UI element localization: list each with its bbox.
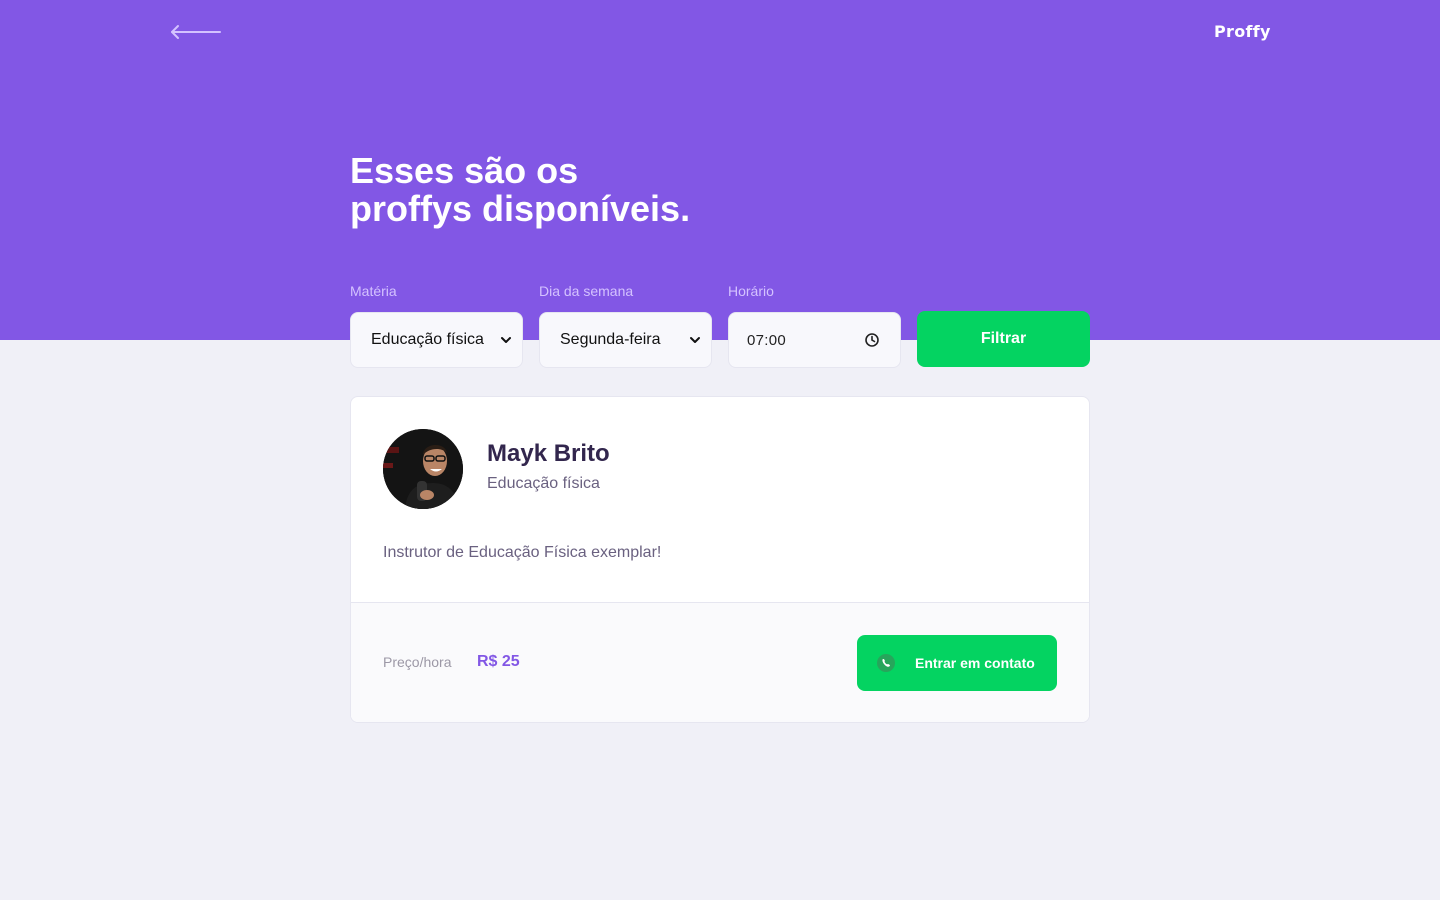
subject-select-value: Educação física: [371, 331, 484, 348]
subject-select[interactable]: Educação física: [350, 312, 523, 368]
teacher-subject: Educação física: [487, 475, 600, 492]
teacher-card: Mayk Brito Educação física Instrutor de …: [350, 396, 1090, 723]
teacher-card-footer: Preço/hora R$ 25 Entrar em contato: [351, 602, 1089, 722]
weekday-select-value: Segunda-feira: [560, 331, 661, 348]
page-header: Proffy Esses são os proffys disponíveis.: [0, 0, 1440, 340]
weekday-label: Dia da semana: [539, 283, 634, 299]
whatsapp-icon: [877, 654, 895, 672]
page-title-line-2: proffys disponíveis.: [350, 188, 691, 229]
avatar-image: [383, 429, 463, 509]
teacher-name: Mayk Brito: [487, 440, 610, 467]
page-title: Esses são os proffys disponíveis.: [350, 152, 770, 228]
time-label: Horário: [728, 283, 774, 299]
chevron-down-icon: [501, 337, 511, 343]
chevron-down-icon: [690, 337, 700, 343]
price-value: R$ 25: [477, 653, 520, 670]
subject-label: Matéria: [350, 283, 397, 299]
logo: Proffy: [1214, 22, 1271, 41]
clock-icon[interactable]: [864, 332, 880, 348]
teacher-bio: Instrutor de Educação Física exemplar!: [383, 544, 662, 561]
filter-button[interactable]: Filtrar: [917, 311, 1090, 367]
weekday-select[interactable]: Segunda-feira: [539, 312, 712, 368]
contact-button[interactable]: Entrar em contato: [857, 635, 1057, 691]
price-label: Preço/hora: [383, 654, 452, 670]
page-title-line-1: Esses são os: [350, 150, 579, 191]
arrow-left-icon: [171, 25, 221, 39]
contact-button-label: Entrar em contato: [915, 655, 1035, 671]
time-input-value: 07:00: [747, 331, 787, 349]
back-button[interactable]: [168, 22, 222, 42]
time-input[interactable]: 07:00: [728, 312, 901, 368]
teacher-avatar: [383, 429, 463, 509]
